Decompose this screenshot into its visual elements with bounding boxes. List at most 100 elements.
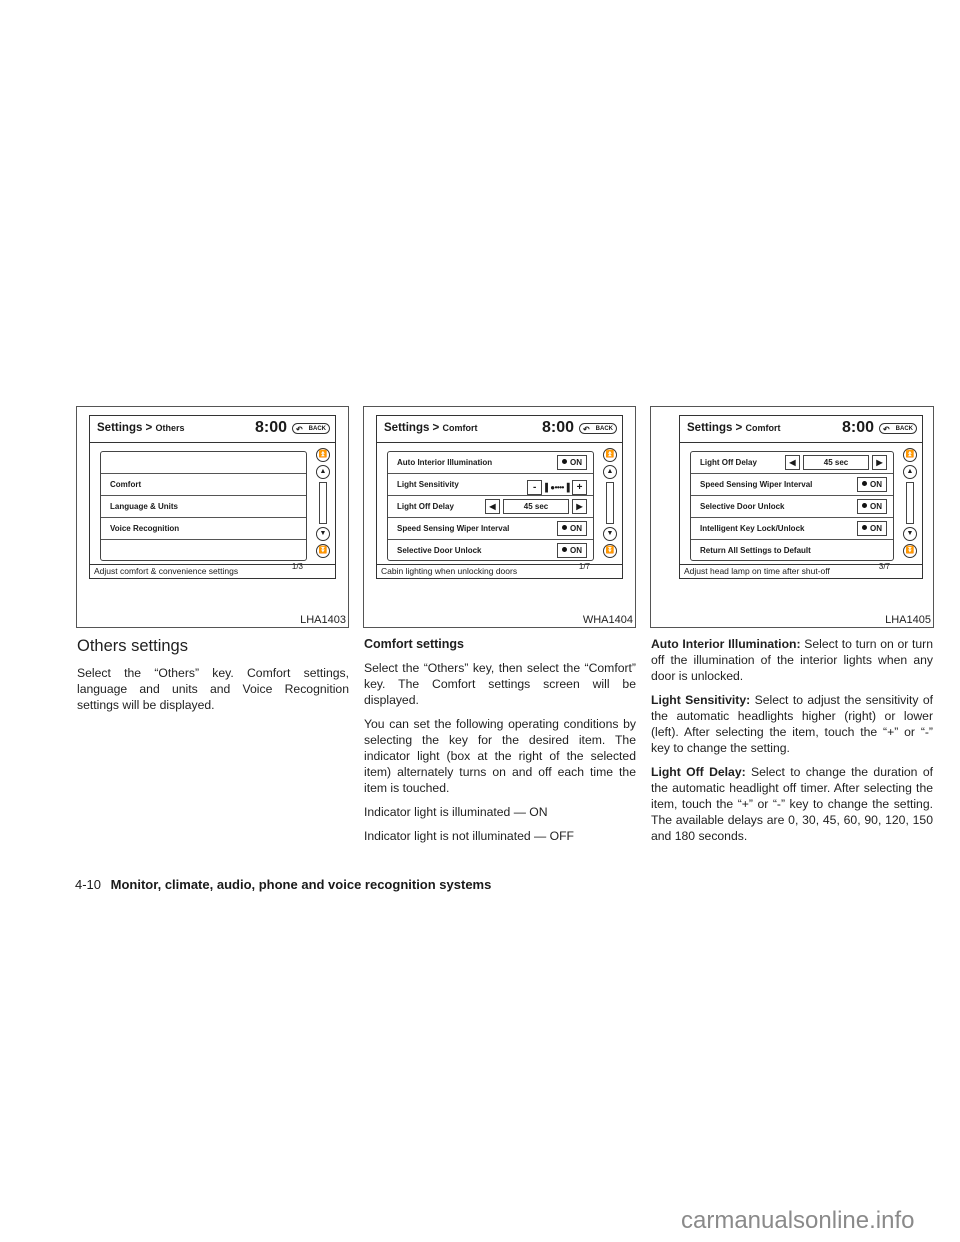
triangle-right-icon[interactable]: ▶ — [572, 499, 587, 514]
screen-header: Settings > Comfort 8:00 ↶ BACK — [377, 416, 622, 443]
breadcrumb-root: Settings > — [384, 422, 440, 434]
back-button[interactable]: ↶ BACK — [879, 423, 917, 434]
delay-selector: ◀ 45 sec ▶ — [485, 499, 587, 514]
menu-item-comfort[interactable]: Comfort — [101, 474, 306, 496]
setting-label: Return All Settings to Default — [700, 546, 811, 555]
scroll-track[interactable] — [606, 482, 614, 524]
menu-item-empty — [101, 452, 306, 474]
back-button[interactable]: ↶ BACK — [579, 423, 617, 434]
column-comfort-settings: Comfort settings Select the “Others” key… — [364, 636, 636, 852]
setting-label: Selective Door Unlock — [397, 546, 482, 555]
chevron-down-icon[interactable]: ▼ — [903, 527, 917, 541]
indicator-toggle[interactable]: ON — [557, 543, 587, 558]
setting-return-defaults[interactable]: Return All Settings to Default — [691, 540, 893, 561]
minus-button[interactable]: - — [527, 480, 543, 495]
indicator-dot-icon — [562, 547, 567, 552]
setting-speed-sensing-wiper[interactable]: Speed Sensing Wiper Interval ON — [388, 518, 593, 540]
column-others-settings: Others settings Select the “Others” key.… — [77, 636, 349, 721]
setting-label: Light Off Delay — [397, 502, 454, 511]
figure-code: LHA1403 — [300, 614, 346, 626]
term: Auto Interior Illumination: — [651, 637, 801, 651]
screen-others: Settings > Others 8:00 ↶ BACK Comfort Lan… — [89, 415, 336, 579]
indicator-toggle[interactable]: ON — [857, 477, 887, 492]
indicator-dot-icon — [862, 503, 867, 508]
indicator-toggle[interactable]: ON — [557, 521, 587, 536]
heading-comfort-settings: Comfort settings — [364, 637, 464, 651]
indicator-dot-icon — [862, 481, 867, 486]
setting-light-sensitivity[interactable]: Light Sensitivity - ▌●••••▐ + — [388, 474, 593, 496]
double-chevron-down-icon[interactable]: ⏬ — [903, 544, 917, 558]
breadcrumb: Settings > Others — [97, 422, 185, 434]
indicator-dot-icon — [562, 525, 567, 530]
back-arrow-icon: ↶ — [296, 425, 303, 434]
breadcrumb-root: Settings > — [687, 422, 743, 434]
triangle-left-icon[interactable]: ◀ — [785, 455, 800, 470]
setting-selective-door-unlock[interactable]: Selective Door Unlock ON — [388, 540, 593, 561]
term: Light Sensitivity: — [651, 693, 751, 707]
paragraph: Indicator light is not illuminated — OFF — [364, 829, 574, 843]
figure-code: WHA1404 — [582, 614, 633, 626]
indicator-dot-icon — [562, 459, 567, 464]
chevron-up-icon[interactable]: ▲ — [903, 465, 917, 479]
scroll-track[interactable] — [319, 482, 327, 524]
back-arrow-icon: ↶ — [883, 425, 890, 434]
description-light-sensitivity: Light Sensitivity: Select to adjust the … — [651, 692, 933, 756]
paragraph: Indicator light is illuminated — ON — [364, 805, 548, 819]
description-light-off-delay: Light Off Delay: Select to change the du… — [651, 764, 933, 844]
status-bar: Cabin lighting when unlocking doors — [377, 564, 622, 578]
setting-light-off-delay[interactable]: Light Off Delay ◀ 45 sec ▶ — [388, 496, 593, 518]
setting-selective-door-unlock[interactable]: Selective Door Unlock ON — [691, 496, 893, 518]
setting-intelligent-key[interactable]: Intelligent Key Lock/Unlock ON — [691, 518, 893, 540]
double-chevron-up-icon[interactable]: ⏫ — [903, 448, 917, 462]
paragraph: Select the “Others” key. Comfort setting… — [77, 666, 349, 712]
scroll-track[interactable] — [906, 482, 914, 524]
breadcrumb-current: Comfort — [442, 423, 478, 433]
breadcrumb: Settings > Comfort — [687, 422, 780, 434]
scrollbar: ⏫ ▲ ▼ ⏬ — [603, 448, 617, 564]
figure-comfort-settings-page1: Settings > Comfort 8:00 ↶ BACK Auto Inter… — [363, 406, 636, 628]
delay-value: 45 sec — [503, 499, 569, 514]
setting-speed-sensing-wiper[interactable]: Speed Sensing Wiper Interval ON — [691, 474, 893, 496]
menu-item-empty — [101, 540, 306, 561]
plus-button[interactable]: + — [572, 480, 587, 495]
indicator-toggle[interactable]: ON — [557, 455, 587, 470]
toggle-value: ON — [570, 458, 582, 467]
double-chevron-up-icon[interactable]: ⏫ — [316, 448, 330, 462]
breadcrumb-current: Others — [155, 423, 185, 433]
double-chevron-down-icon[interactable]: ⏬ — [603, 544, 617, 558]
breadcrumb-current: Comfort — [745, 423, 781, 433]
setting-light-off-delay[interactable]: Light Off Delay ◀ 45 sec ▶ — [691, 452, 893, 474]
section-title: Monitor, climate, audio, phone and voice… — [110, 877, 492, 892]
setting-label: Light Sensitivity — [397, 480, 459, 489]
triangle-right-icon[interactable]: ▶ — [872, 455, 887, 470]
setting-auto-interior-illumination[interactable]: Auto Interior Illumination ON — [388, 452, 593, 474]
double-chevron-up-icon[interactable]: ⏫ — [603, 448, 617, 462]
breadcrumb: Settings > Comfort — [384, 422, 477, 434]
setting-label: Speed Sensing Wiper Interval — [700, 480, 813, 489]
column-item-descriptions: Auto Interior Illumination: Select to tu… — [651, 636, 933, 852]
settings-list: Auto Interior Illumination ON Light Sens… — [387, 451, 594, 561]
double-chevron-down-icon[interactable]: ⏬ — [316, 544, 330, 558]
settings-list: Light Off Delay ◀ 45 sec ▶ Speed Sensing… — [690, 451, 894, 561]
chevron-up-icon[interactable]: ▲ — [316, 465, 330, 479]
figure-code: LHA1405 — [885, 614, 931, 626]
toggle-value: ON — [570, 546, 582, 555]
clock: 8:00 — [541, 419, 574, 436]
back-label: BACK — [595, 426, 613, 432]
chevron-up-icon[interactable]: ▲ — [603, 465, 617, 479]
back-label: BACK — [308, 426, 326, 432]
indicator-toggle[interactable]: ON — [857, 521, 887, 536]
toggle-value: ON — [570, 524, 582, 533]
screen-header: Settings > Comfort 8:00 ↶ BACK — [680, 416, 922, 443]
indicator-toggle[interactable]: ON — [857, 499, 887, 514]
triangle-left-icon[interactable]: ◀ — [485, 499, 500, 514]
back-arrow-icon: ↶ — [583, 425, 590, 434]
setting-label: Intelligent Key Lock/Unlock — [700, 524, 805, 533]
chevron-down-icon[interactable]: ▼ — [316, 527, 330, 541]
back-button[interactable]: ↶ BACK — [292, 423, 330, 434]
paragraph: You can set the following operating cond… — [364, 717, 636, 795]
menu-item-language-units[interactable]: Language & Units — [101, 496, 306, 518]
chevron-down-icon[interactable]: ▼ — [603, 527, 617, 541]
watermark: carmanualsonline.info — [681, 1207, 915, 1234]
menu-item-voice-recognition[interactable]: Voice Recognition — [101, 518, 306, 540]
